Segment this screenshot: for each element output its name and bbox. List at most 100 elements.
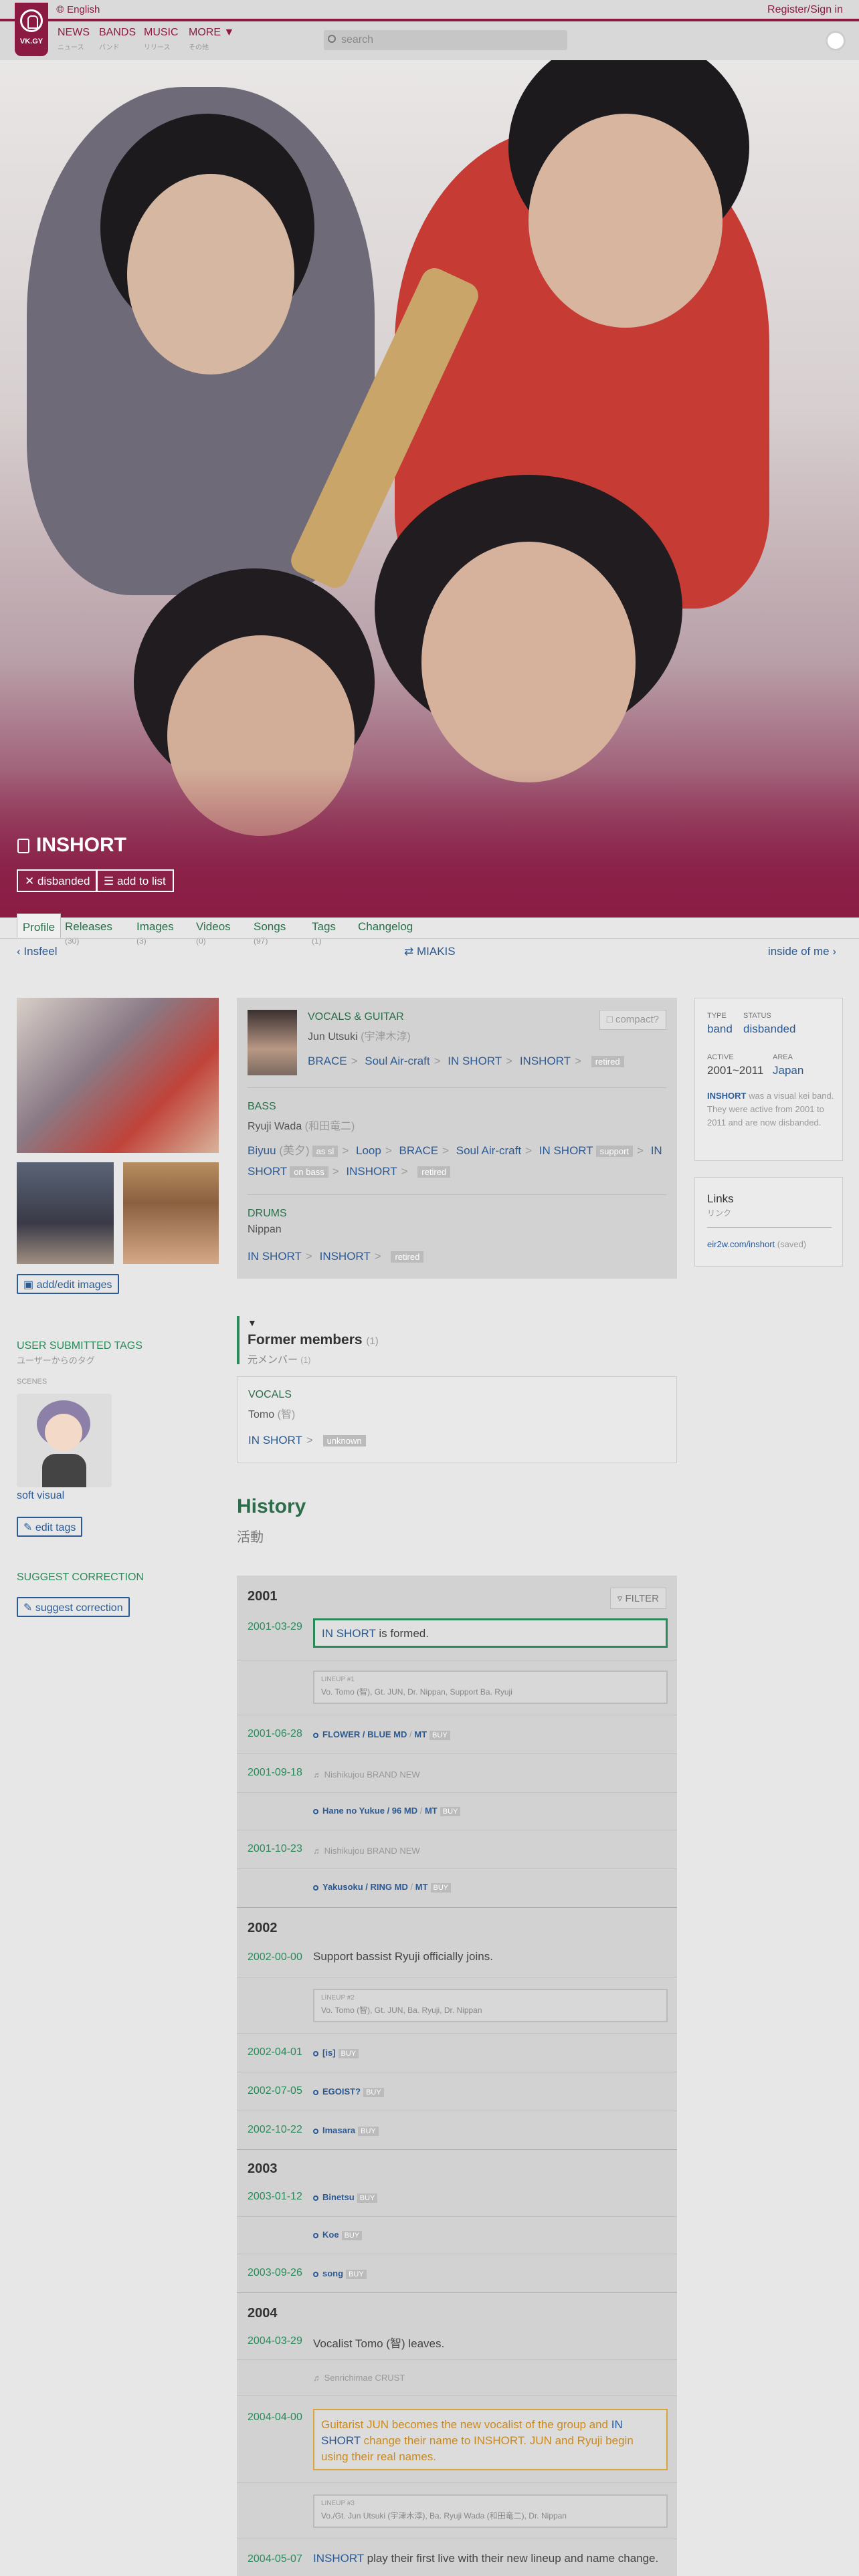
- member-1-band-inshort[interactable]: INSHORT: [520, 1055, 571, 1067]
- former-members-section: ▼ Former members (1) 元メンバー (1) VOCALS To…: [237, 1316, 677, 1463]
- former-member-name-text: Tomo: [248, 1409, 275, 1420]
- status-value[interactable]: disbanded: [743, 1023, 795, 1036]
- former-members-title[interactable]: Former members (1): [248, 1332, 379, 1348]
- former-members-accent: [237, 1316, 240, 1364]
- add-edit-images-button[interactable]: ▣ add/edit images: [17, 1274, 119, 1294]
- event-date: 2001-09-18: [248, 1767, 302, 1778]
- user-avatar[interactable]: [826, 31, 846, 51]
- artist-thumb-1[interactable]: [17, 1162, 114, 1264]
- member-1-band-soul-air-craft[interactable]: Soul Air-craft: [365, 1055, 430, 1067]
- add-edit-images-label: add/edit images: [36, 1279, 112, 1291]
- buy-badge[interactable]: BUY: [430, 1883, 452, 1893]
- member-2-band-biyuu-jp: (美夕): [279, 1144, 310, 1157]
- member-2-band-loop[interactable]: Loop: [356, 1144, 381, 1157]
- release-link[interactable]: FLOWER / BLUE MD / MT BUY: [313, 1729, 450, 1740]
- links-title: Links: [707, 1192, 734, 1205]
- scene-tag-link[interactable]: soft visual: [17, 1490, 64, 1502]
- tab-videos[interactable]: Videos (0): [196, 914, 231, 946]
- tab-changelog[interactable]: Changelog: [358, 914, 413, 938]
- event-text: Vocalist Tomo (智) leaves.: [313, 2337, 445, 2350]
- release-link[interactable]: Hane no Yukue / 96 MD / MT BUY: [313, 1806, 461, 1816]
- tab-images[interactable]: Images (3): [136, 914, 174, 946]
- tab-releases[interactable]: Releases (30): [65, 914, 112, 946]
- suggest-correction-button[interactable]: ✎ suggest correction: [17, 1597, 130, 1617]
- shuffle-icon: ⇄: [404, 945, 414, 958]
- nav-news[interactable]: NEWS ニュース: [58, 27, 90, 51]
- member-photo[interactable]: [248, 1010, 297, 1075]
- prev-artist-label: Insfeel: [23, 945, 58, 958]
- buy-badge[interactable]: BUY: [440, 1807, 461, 1816]
- site-logo[interactable]: VK.GY: [15, 3, 48, 56]
- edit-tags-button[interactable]: ✎ edit tags: [17, 1517, 83, 1537]
- member-3-name: Nippan: [248, 1224, 282, 1235]
- soft-visual-tag-image[interactable]: [17, 1394, 112, 1487]
- release-link[interactable]: [is] BUY: [313, 2048, 359, 2058]
- release-link[interactable]: song BUY: [313, 2268, 367, 2279]
- member-2-band-biyuu-tag: as sl: [312, 1146, 339, 1157]
- nav-music-label: MUSIC: [144, 27, 179, 38]
- member-1-band-in-short[interactable]: IN SHORT: [448, 1055, 502, 1067]
- member-1-band-brace[interactable]: BRACE: [308, 1055, 347, 1067]
- year-separator: [237, 2149, 677, 2150]
- search-placeholder: search: [341, 34, 374, 45]
- member-2-band-soul-air-craft[interactable]: Soul Air-craft: [456, 1144, 521, 1157]
- buy-badge[interactable]: BUY: [338, 2049, 359, 2058]
- buy-badge[interactable]: BUY: [357, 2193, 378, 2203]
- event-date: 2003-01-12: [248, 2191, 302, 2202]
- prev-artist-link[interactable]: ‹ Insfeel: [17, 945, 58, 958]
- language-selector[interactable]: 🌐︎ English: [56, 4, 100, 15]
- search-input[interactable]: search: [324, 30, 567, 50]
- buy-badge[interactable]: BUY: [346, 2270, 367, 2279]
- active-value: 2001~2011: [707, 1064, 764, 1077]
- search-icon: [328, 35, 336, 43]
- tab-tags[interactable]: Tags (1): [312, 914, 336, 946]
- language-label: English: [67, 4, 100, 15]
- member-2-band-inshort[interactable]: INSHORT: [346, 1165, 397, 1178]
- compact-toggle[interactable]: □ compact?: [599, 1010, 666, 1030]
- logo-icon: [20, 9, 43, 32]
- member-3-band-in-short[interactable]: IN SHORT: [248, 1250, 302, 1263]
- type-value[interactable]: band: [707, 1023, 733, 1036]
- buy-badge[interactable]: BUY: [358, 2127, 379, 2136]
- disc-icon: [313, 2050, 318, 2056]
- area-value[interactable]: Japan: [773, 1064, 803, 1077]
- member-2-band-biyuu[interactable]: Biyuu: [248, 1144, 276, 1157]
- buy-badge[interactable]: BUY: [341, 2231, 363, 2240]
- release-link[interactable]: Koe BUY: [313, 2230, 363, 2240]
- band-link-in-short[interactable]: IN SHORT: [322, 1627, 376, 1640]
- live-event: ♬ Nishikujou BRAND NEW: [313, 1769, 420, 1780]
- event-text: INSHORT play their first live with their…: [313, 2552, 658, 2565]
- tab-songs[interactable]: Songs (97): [254, 914, 286, 946]
- filter-button[interactable]: ▿ FILTER: [609, 1588, 666, 1609]
- member-2-name: Ryuji Wada (和田竜二): [248, 1117, 355, 1133]
- add-to-list-button[interactable]: ☰ add to list: [96, 869, 174, 892]
- release-title: song: [322, 2268, 344, 2278]
- signin-link[interactable]: Register/Sign in: [767, 4, 843, 16]
- buy-badge[interactable]: BUY: [430, 1731, 450, 1740]
- band-link-inshort[interactable]: INSHORT: [313, 2552, 364, 2565]
- release-link[interactable]: Yakusoku / RING MD / MT BUY: [313, 1882, 452, 1893]
- lineup-box-3: LINEUP #3 Vo./Gt. Jun Utsuki (宇津木淳), Ba. …: [313, 2494, 668, 2528]
- release-link[interactable]: Imasara BUY: [313, 2125, 379, 2136]
- release-link[interactable]: EGOIST? BUY: [313, 2086, 384, 2097]
- member-2-band-brace[interactable]: BRACE: [399, 1144, 439, 1157]
- random-artist-link[interactable]: ⇄ MIAKIS: [404, 945, 456, 958]
- external-link[interactable]: eir2w.com/inshort (saved): [707, 1239, 806, 1249]
- event-text: is formed.: [375, 1627, 429, 1640]
- nav-music[interactable]: MUSIC リリース: [144, 27, 179, 51]
- nav-bands[interactable]: BANDS バンド: [99, 27, 136, 51]
- artist-main-image[interactable]: [17, 998, 219, 1153]
- artist-thumb-2[interactable]: [123, 1162, 219, 1264]
- release-link[interactable]: Binetsu BUY: [313, 2192, 378, 2203]
- former-member-band-in-short[interactable]: IN SHORT: [248, 1434, 302, 1446]
- nav-more[interactable]: MORE ▼ その他: [189, 27, 234, 51]
- collapse-triangle-icon[interactable]: ▼: [248, 1317, 257, 1328]
- member-2-band-in-short[interactable]: IN SHORT: [539, 1144, 593, 1157]
- release-title: EGOIST?: [322, 2086, 361, 2097]
- active-label: ACTIVE: [707, 1053, 734, 1061]
- release-title: Yakusoku / RING MD: [322, 1882, 408, 1892]
- tab-profile[interactable]: Profile: [17, 914, 61, 938]
- next-artist-link[interactable]: inside of me ›: [768, 945, 836, 958]
- buy-badge[interactable]: BUY: [363, 2088, 384, 2097]
- member-3-band-inshort[interactable]: INSHORT: [320, 1250, 371, 1263]
